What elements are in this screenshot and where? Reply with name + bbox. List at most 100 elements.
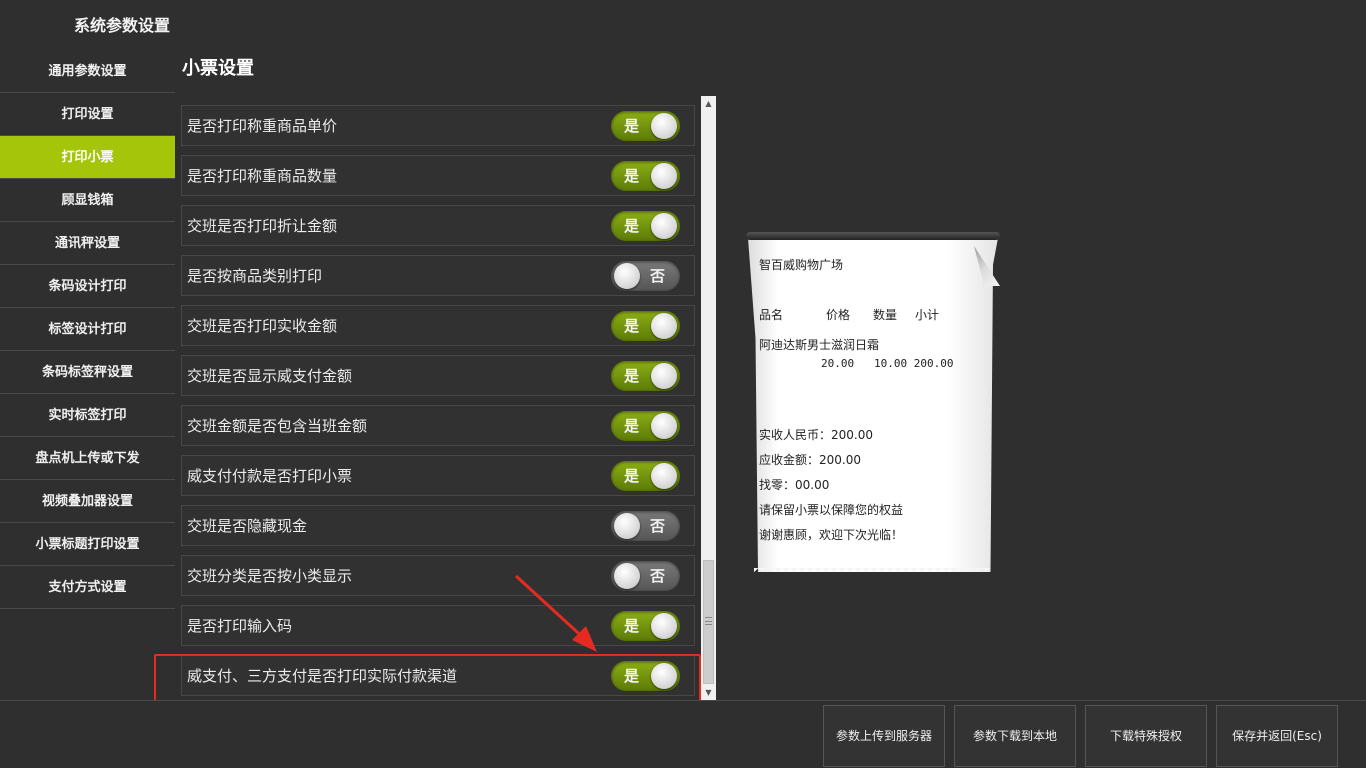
toggle-switch[interactable]: 是 (611, 211, 680, 241)
receipt-col-subtotal: 小计 (915, 308, 940, 322)
receipt-change: 找零：00.00 (759, 478, 830, 492)
settings-list: 是否打印称重商品单价 是 是否打印称重商品数量 是 交班是否打印折让金额 是 是… (181, 105, 695, 701)
receipt-col-qty: 数量 (873, 308, 898, 322)
download-auth-button[interactable]: 下载特殊授权 (1085, 705, 1207, 767)
sidebar-item-inventory-device[interactable]: 盘点机上传或下发 (0, 437, 175, 480)
setting-row: 是否打印输入码 是 (181, 605, 695, 646)
toggle-switch[interactable]: 是 (611, 161, 680, 191)
toggle-switch[interactable]: 否 (611, 561, 680, 591)
sidebar-item-receipt-print[interactable]: 打印小票 (0, 136, 175, 179)
receipt-col-price: 价格 (826, 308, 851, 322)
setting-label: 交班是否隐藏现金 (187, 517, 308, 535)
toggle-switch[interactable]: 是 (611, 111, 680, 141)
receipt-note-keep: 请保留小票以保障您的权益 (759, 503, 904, 517)
setting-label: 威支付、三方支付是否打印实际付款渠道 (187, 667, 458, 685)
toggle-switch[interactable]: 否 (611, 511, 680, 541)
toggle-knob (651, 613, 677, 639)
setting-row: 是否打印称重商品数量 是 (181, 155, 695, 196)
sidebar-item-print[interactable]: 打印设置 (0, 93, 175, 136)
setting-row: 是否按商品类别打印 否 (181, 255, 695, 296)
setting-label: 交班是否显示威支付金额 (187, 367, 353, 385)
sidebar-item-realtime-label[interactable]: 实时标签打印 (0, 394, 175, 437)
section-title: 小票设置 (182, 58, 254, 79)
receipt-col-name: 品名 (759, 308, 784, 322)
toggle-label: 是 (624, 117, 640, 135)
download-params-button[interactable]: 参数下载到本地 (954, 705, 1076, 767)
scroll-up-arrow-icon[interactable]: ▲ (701, 96, 716, 111)
toggle-switch[interactable]: 是 (611, 311, 680, 341)
receipt-store-name: 智百威购物广场 (759, 258, 844, 272)
sidebar-item-barcode-scale[interactable]: 条码标签秤设置 (0, 351, 175, 394)
toggle-knob (651, 463, 677, 489)
toggle-switch[interactable]: 是 (611, 611, 680, 641)
sidebar-item-label-design[interactable]: 标签设计打印 (0, 308, 175, 351)
toggle-knob (651, 213, 677, 239)
setting-label: 威支付付款是否打印小票 (187, 467, 353, 485)
toggle-label: 是 (624, 667, 640, 685)
scroll-down-arrow-icon[interactable]: ▼ (701, 685, 716, 700)
toggle-label: 是 (624, 367, 640, 385)
setting-label: 交班分类是否按小类显示 (187, 567, 353, 585)
setting-label: 是否打印称重商品数量 (187, 167, 338, 185)
setting-row: 交班是否显示威支付金额 是 (181, 355, 695, 396)
receipt-preview: 智百威购物广场 品名 价格 数量 小计 阿迪达斯男士滋润日霜 20.00 10.… (746, 232, 1000, 578)
save-return-button[interactable]: 保存并返回(Esc) (1216, 705, 1338, 767)
sidebar-item-receipt-title[interactable]: 小票标题打印设置 (0, 523, 175, 566)
toggle-label: 是 (624, 617, 640, 635)
scroll-grip-icon (705, 617, 712, 625)
toggle-switch[interactable]: 是 (611, 461, 680, 491)
sidebar: 通用参数设置 打印设置 打印小票 顾显钱箱 通讯秤设置 条码设计打印 标签设计打… (0, 50, 176, 609)
settings-scrollbar[interactable]: ▲ ▼ (701, 96, 716, 700)
receipt-item-name: 阿迪达斯男士滋润日霜 (759, 338, 880, 352)
setting-row: 交班是否打印实收金额 是 (181, 305, 695, 346)
toggle-label: 否 (649, 567, 665, 585)
receipt-paper (748, 238, 998, 572)
receipt-torn-edge (754, 568, 990, 576)
toggle-label: 是 (624, 217, 640, 235)
scroll-thumb[interactable] (703, 560, 714, 684)
setting-label: 是否打印称重商品单价 (187, 117, 338, 135)
setting-label: 是否打印输入码 (187, 617, 293, 635)
toggle-knob (651, 363, 677, 389)
toggle-switch[interactable]: 是 (611, 661, 680, 691)
app-title: 系统参数设置 (74, 16, 171, 35)
setting-row: 交班是否打印折让金额 是 (181, 205, 695, 246)
toggle-label: 是 (624, 417, 640, 435)
toggle-knob (614, 563, 640, 589)
toggle-knob (651, 413, 677, 439)
receipt-received: 实收人民币：200.00 (759, 428, 873, 442)
setting-label: 交班金额是否包含当班金额 (187, 417, 368, 435)
receipt-item-values: 20.00 10.00 200.00 (821, 357, 954, 370)
toggle-switch[interactable]: 是 (611, 411, 680, 441)
toggle-switch[interactable]: 是 (611, 361, 680, 391)
setting-row: 交班是否隐藏现金 否 (181, 505, 695, 546)
setting-label: 是否按商品类别打印 (187, 267, 323, 285)
toggle-knob (651, 663, 677, 689)
sidebar-item-video-overlay[interactable]: 视频叠加器设置 (0, 480, 175, 523)
toggle-knob (651, 163, 677, 189)
receipt-note-thanks: 谢谢惠顾，欢迎下次光临！ (759, 528, 904, 542)
toggle-label: 是 (624, 317, 640, 335)
receipt-due: 应收金额：200.00 (759, 453, 861, 467)
sidebar-item-barcode-design[interactable]: 条码设计打印 (0, 265, 175, 308)
sidebar-item-general[interactable]: 通用参数设置 (0, 50, 175, 93)
sidebar-item-payment-methods[interactable]: 支付方式设置 (0, 566, 175, 609)
toggle-label: 否 (649, 267, 665, 285)
sidebar-item-customer-display[interactable]: 顾显钱箱 (0, 179, 175, 222)
toggle-label: 是 (624, 167, 640, 185)
toggle-knob (651, 113, 677, 139)
toggle-knob (651, 313, 677, 339)
toggle-label: 否 (649, 517, 665, 535)
footer-bar: 参数上传到服务器 参数下载到本地 下载特殊授权 保存并返回(Esc) (0, 700, 1366, 768)
sidebar-item-comm-scale[interactable]: 通讯秤设置 (0, 222, 175, 265)
setting-row: 威支付付款是否打印小票 是 (181, 455, 695, 496)
upload-params-button[interactable]: 参数上传到服务器 (823, 705, 945, 767)
setting-label: 交班是否打印实收金额 (187, 317, 338, 335)
toggle-label: 是 (624, 467, 640, 485)
setting-label: 交班是否打印折让金额 (187, 217, 338, 235)
setting-row: 交班分类是否按小类显示 否 (181, 555, 695, 596)
toggle-knob (614, 513, 640, 539)
setting-row-highlighted: 威支付、三方支付是否打印实际付款渠道 是 (181, 655, 695, 696)
setting-row: 是否打印称重商品单价 是 (181, 105, 695, 146)
toggle-switch[interactable]: 否 (611, 261, 680, 291)
